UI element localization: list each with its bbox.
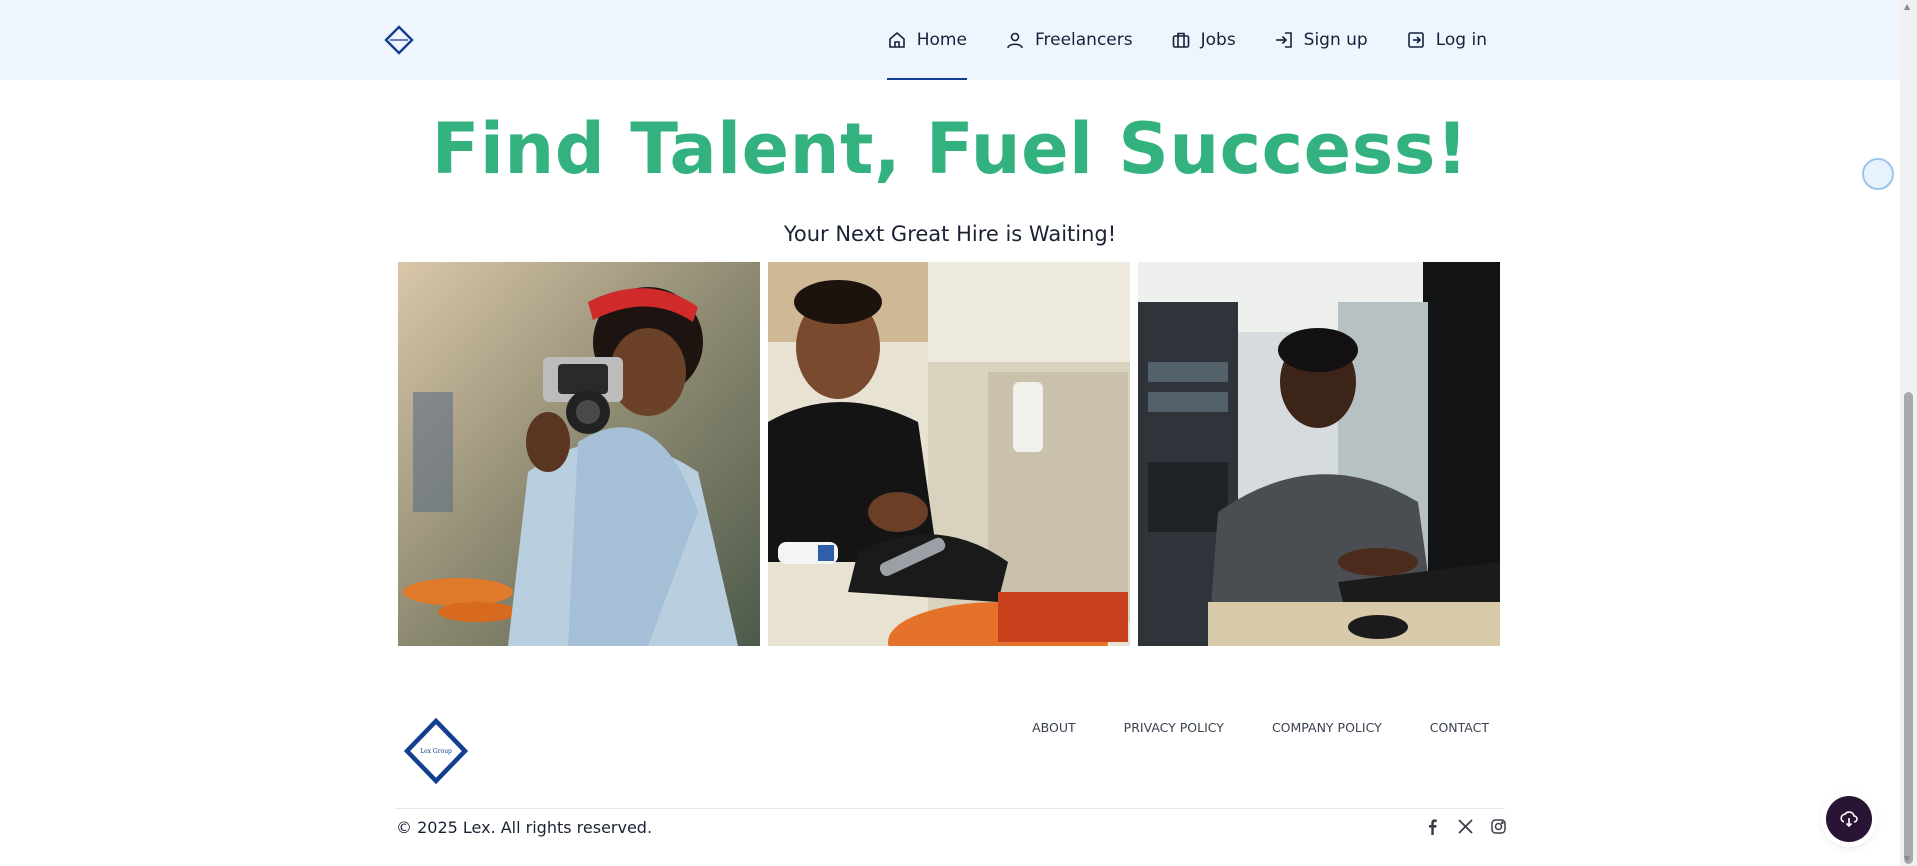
footer-link-privacy-policy[interactable]: PRIVACY POLICY (1124, 720, 1224, 735)
footer-link-company-policy[interactable]: COMPANY POLICY (1272, 720, 1382, 735)
side-extension-icon[interactable] (1862, 158, 1894, 190)
facebook-icon[interactable] (1424, 818, 1441, 835)
main-nav: Home Freelancers Jobs Sign up Log in (886, 0, 1487, 80)
nav-login-label: Log in (1435, 30, 1487, 50)
hero-subtitle: Your Next Great Hire is Waiting! (783, 222, 1117, 246)
copyright-text: © 2025 Lex. All rights reserved. (396, 818, 653, 837)
hero-title: Find Talent, Fuel Success! (431, 108, 1469, 190)
cloud-download-icon (1840, 811, 1858, 828)
log-in-icon (1407, 32, 1424, 48)
footer-logo-text: Lex Group (420, 748, 452, 755)
footer-logo-icon[interactable]: Lex Group (404, 718, 468, 784)
photographer-photo (398, 262, 760, 646)
nav-home[interactable]: Home (886, 0, 968, 80)
nav-jobs-label: Jobs (1200, 30, 1236, 50)
scroll-down-arrow[interactable]: ▼ (1904, 854, 1913, 863)
sign-in-icon (1275, 32, 1292, 48)
top-navbar: Home Freelancers Jobs Sign up Log in (0, 0, 1900, 80)
scroll-up-arrow[interactable]: ▲ (1904, 2, 1913, 11)
nav-freelancers-label: Freelancers (1034, 30, 1133, 50)
home-icon (888, 31, 905, 48)
nav-login[interactable]: Log in (1406, 0, 1487, 80)
logo-icon[interactable] (384, 25, 414, 55)
nav-signup-label: Sign up (1303, 30, 1368, 50)
user-icon (1007, 32, 1023, 49)
nav-home-label: Home (916, 30, 967, 50)
social-links (1424, 818, 1507, 835)
instagram-icon[interactable] (1490, 818, 1507, 835)
footer-divider (395, 808, 1505, 809)
footer-link-contact[interactable]: CONTACT (1430, 720, 1489, 735)
scroll-thumb[interactable] (1904, 392, 1913, 864)
nav-jobs[interactable]: Jobs (1171, 0, 1236, 80)
plumber-photo (768, 262, 1130, 646)
footer-links: ABOUT PRIVACY POLICY COMPANY POLICY CONT… (1032, 720, 1489, 735)
it-technician-photo (1138, 262, 1500, 646)
photo-gallery (398, 262, 1500, 646)
footer-link-about[interactable]: ABOUT (1032, 720, 1076, 735)
page-scrollbar[interactable]: ▲ ▼ (1900, 0, 1917, 866)
floating-action-button[interactable] (1826, 796, 1872, 842)
briefcase-icon (1172, 32, 1189, 48)
x-icon[interactable] (1457, 818, 1474, 835)
nav-signup[interactable]: Sign up (1274, 0, 1368, 80)
nav-freelancers[interactable]: Freelancers (1005, 0, 1133, 80)
